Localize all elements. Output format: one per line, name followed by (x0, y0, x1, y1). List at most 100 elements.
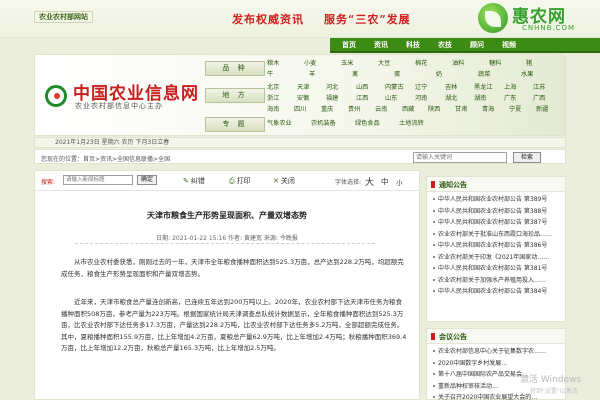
bullet-icon (433, 255, 435, 258)
sidebar-list-item[interactable]: 中华人民共和国农业农村部公告 第386号 (433, 240, 559, 252)
category-link[interactable]: 甘肃 (455, 105, 467, 115)
leaf-logo-icon (478, 3, 508, 33)
sidebar-list-item[interactable]: 农业农村部关于批准山东西霞口海珍品…… (433, 229, 559, 241)
meeting-title: 会议公告 (439, 333, 467, 341)
category-link[interactable]: 奶 (436, 70, 442, 80)
sidebar-list-item[interactable]: 农业农村部信息中心关于征集数字农…… (433, 346, 559, 358)
site-search-button[interactable]: 检索 (513, 152, 541, 163)
bullet-icon (433, 361, 435, 364)
sidebar-list-item[interactable]: 2020中国数字乡村发展… (433, 358, 559, 370)
category-link[interactable]: 禽 (352, 70, 358, 80)
category-regions-button[interactable]: 地 方 (205, 88, 265, 103)
category-row: 北京 天津 河北 山西 内蒙古 辽宁 吉林 黑龙江 上海 江苏 (267, 83, 563, 93)
article-search-input[interactable] (63, 175, 133, 185)
category-link[interactable]: 上海 (504, 83, 516, 93)
section-marker-icon (431, 333, 435, 340)
category-link[interactable]: 贵州 (348, 105, 360, 115)
nav-farming-tech[interactable]: 农技 (429, 38, 461, 53)
nav-tech[interactable]: 科技 (397, 38, 429, 53)
category-link[interactable]: 四川 (294, 105, 306, 115)
category-link[interactable]: 牛 (267, 70, 273, 80)
main-nav: 首页 资讯 科技 农技 顾问 视频 (330, 38, 600, 53)
category-link[interactable]: 棉花 (415, 59, 427, 69)
date-bar: 2021年1月23日 星期六 农历 下月3日立春 (34, 137, 566, 148)
brand-logo: 惠农网 CNHNB.COM (478, 0, 600, 40)
site-search-input[interactable] (413, 152, 507, 163)
category-link[interactable]: 广东 (504, 94, 516, 104)
category-link[interactable]: 内蒙古 (385, 83, 404, 93)
category-link[interactable]: 西藏 (402, 105, 414, 115)
category-link[interactable]: 粮木 (267, 59, 279, 69)
category-link[interactable]: 新疆 (536, 105, 548, 115)
category-link[interactable]: 山东 (385, 94, 397, 104)
nav-home[interactable]: 首页 (333, 38, 365, 53)
font-size-medium[interactable]: 中 (381, 176, 389, 187)
category-link[interactable]: 江西 (356, 94, 368, 104)
category-varieties-button[interactable]: 品 种 (205, 61, 265, 76)
sidebar-list-item[interactable]: 中华人民共和国农业农村部公告 第384号 (433, 286, 559, 298)
category-link[interactable]: 蛋 (394, 70, 400, 80)
category-link[interactable]: 重庆 (321, 105, 333, 115)
font-size-large[interactable]: 大 (365, 175, 374, 188)
category-link[interactable]: 猪 (526, 59, 532, 69)
close-icon: ✕ (273, 177, 279, 185)
sidebar-list-item[interactable]: 中华人民共和国农业农村部公告 第388号 (433, 206, 559, 218)
category-link[interactable]: 湖北 (445, 94, 457, 104)
category-link[interactable]: 大豆 (378, 59, 390, 69)
category-link[interactable]: 安徽 (297, 94, 309, 104)
article-panel: 搜索: 确定 ✎纠错 ⎙打印 ✕关闭 字体选择: 大 中 小 天津市粮食生产形势… (34, 170, 420, 400)
category-link[interactable]: 农机装备 (311, 119, 336, 129)
nav-news[interactable]: 资讯 (365, 38, 397, 53)
sidebar-list-item[interactable]: 中华人民共和国农业农村部公告 第389号 (433, 194, 559, 206)
category-link[interactable]: 北京 (267, 83, 279, 93)
print-link[interactable]: ⎙ 打印 (229, 176, 251, 186)
category-link[interactable]: 海南 (267, 105, 279, 115)
category-link[interactable]: 福建 (326, 94, 338, 104)
category-link[interactable]: 河南 (415, 94, 427, 104)
category-link[interactable]: 陕西 (428, 105, 440, 115)
article-search-button[interactable]: 确定 (137, 175, 157, 185)
font-size-small[interactable]: 小 (396, 177, 403, 187)
ministry-site-link[interactable]: 农业农村部网站 (34, 11, 93, 23)
sidebar-list-item[interactable]: 农业农村部关于加强水产养殖用投入…… (433, 275, 559, 287)
category-link[interactable]: 浙江 (267, 94, 279, 104)
category-link[interactable]: 羊 (309, 70, 315, 80)
sidebar-list-item[interactable]: 中华人民共和国农业农村部公告 第381号 (433, 263, 559, 275)
category-link[interactable]: 青海 (482, 105, 494, 115)
category-link[interactable]: 油料 (452, 59, 464, 69)
category-link[interactable]: 天津 (297, 83, 309, 93)
bullet-icon (433, 232, 435, 235)
category-row: 海南 四川 重庆 贵州 云南 西藏 陕西 甘肃 青海 宁夏 新疆 (267, 105, 563, 115)
report-error-link[interactable]: ✎ 纠错 (183, 176, 205, 186)
category-link[interactable]: 小麦 (304, 59, 316, 69)
category-link[interactable]: 云南 (375, 105, 387, 115)
category-link[interactable]: 江苏 (533, 83, 545, 93)
category-link[interactable]: 河北 (326, 83, 338, 93)
sidebar-list-item[interactable]: 农业农村部关于印发《2021年国家动…… (433, 252, 559, 264)
sidebar-list-item[interactable]: 中华人民共和国农业农村部公告 第387号 (433, 217, 559, 229)
category-link[interactable]: 水果 (521, 70, 533, 80)
category-link[interactable]: 糖料 (489, 59, 501, 69)
slogan-right: 服务“三农”发展 (324, 13, 411, 26)
category-link[interactable]: 广西 (533, 94, 545, 104)
breadcrumb[interactable]: 您现在的位置：首页>资讯>全国信息联播>全国 (41, 154, 170, 163)
category-link[interactable]: 黑龙江 (474, 83, 493, 93)
category-link[interactable]: 山西 (356, 83, 368, 93)
category-link[interactable]: 气象农业 (267, 119, 292, 129)
category-link[interactable]: 湖南 (474, 94, 486, 104)
close-link[interactable]: ✕ 关闭 (273, 176, 295, 186)
category-link[interactable]: 玉米 (341, 59, 353, 69)
category-link[interactable]: 蔬菜 (478, 70, 490, 80)
category-link[interactable]: 吉林 (445, 83, 457, 93)
category-link[interactable]: 宁夏 (509, 105, 521, 115)
nav-consultant[interactable]: 顾问 (461, 38, 493, 53)
nav-video[interactable]: 视频 (493, 38, 525, 53)
category-link[interactable]: 绿色食品 (355, 119, 380, 129)
category-link[interactable]: 土地流转 (399, 119, 424, 129)
category-link[interactable]: 辽宁 (415, 83, 427, 93)
bullet-icon (433, 244, 435, 246)
divider (75, 243, 375, 244)
article-toolbar: 搜索: 确定 ✎纠错 ⎙打印 ✕关闭 字体选择: 大 中 小 (35, 171, 419, 191)
category-topics-button[interactable]: 专 题 (205, 117, 265, 132)
windows-watermark-hint: 转到"设置"以激活 (530, 388, 578, 395)
